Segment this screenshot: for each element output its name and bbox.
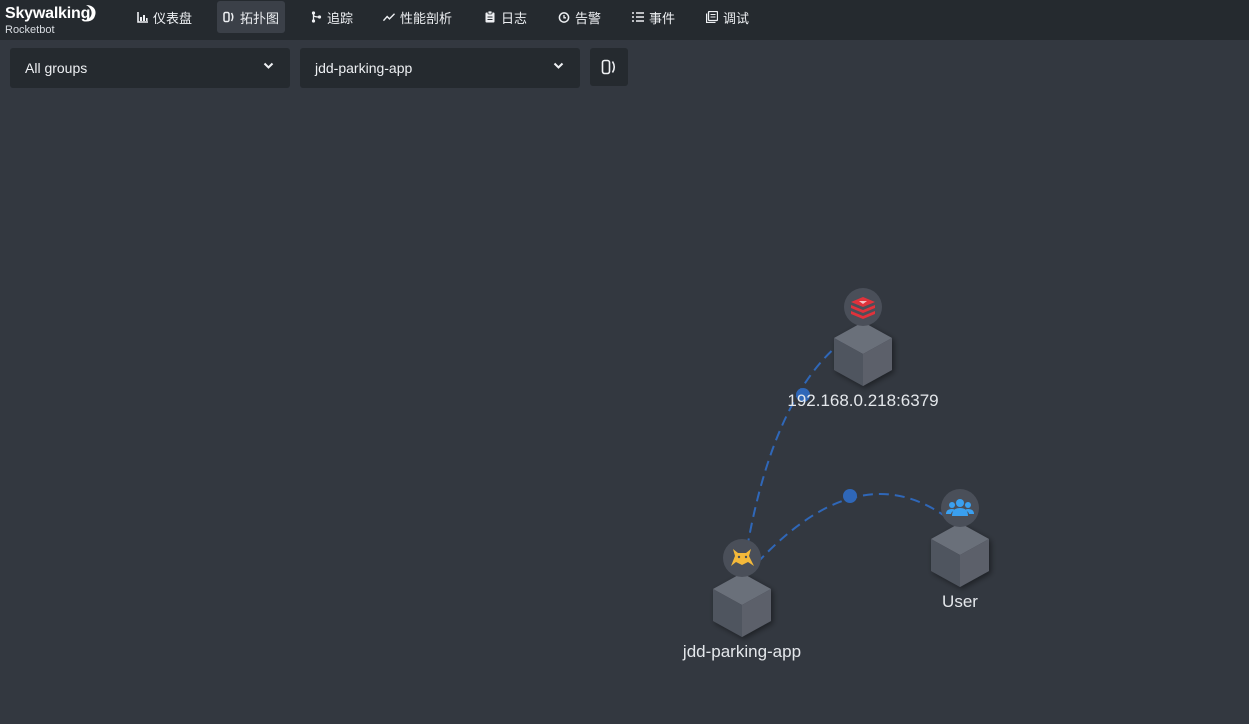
service-select-value: jdd-parking-app	[315, 60, 413, 76]
chevron-down-icon	[553, 62, 564, 69]
nav-label-event: 事件	[649, 10, 676, 26]
nav-item-alarm[interactable]: 告警	[552, 1, 607, 33]
alarm-clock-icon	[558, 11, 570, 23]
debug-icon	[706, 11, 718, 23]
trace-icon	[310, 11, 322, 23]
group-select-value: All groups	[25, 60, 88, 76]
nav-item-profile[interactable]: 性能剖析	[377, 1, 458, 33]
topology-graph[interactable]: 192.168.0.218:6379 User jdd-parking-app	[0, 92, 1249, 724]
event-list-icon	[632, 11, 644, 23]
skywalking-logo[interactable]: Skywalking Rocketbot	[4, 3, 99, 37]
group-select[interactable]: All groups	[10, 48, 290, 88]
logo-swoosh-icon	[85, 5, 96, 22]
topology-node-redis[interactable]: 192.168.0.218:6379	[787, 288, 939, 410]
dashboard-chart-icon	[136, 11, 148, 23]
nav-label-trace: 追踪	[327, 10, 354, 26]
nav-label-debug: 调试	[723, 10, 750, 26]
log-clipboard-icon	[484, 11, 496, 23]
node-label-user: User	[942, 592, 978, 611]
link-point-user-app[interactable]	[843, 489, 857, 503]
nav-item-log[interactable]: 日志	[478, 1, 533, 33]
nav-label-log: 日志	[501, 10, 528, 26]
node-label-redis: 192.168.0.218:6379	[787, 391, 938, 410]
nav-item-event[interactable]: 事件	[626, 1, 681, 33]
link-user-to-app[interactable]	[741, 493, 961, 581]
nav-item-debug[interactable]: 调试	[700, 1, 755, 33]
logo-subtitle: Rocketbot	[5, 24, 55, 36]
chevron-down-icon	[263, 62, 274, 69]
node-cube	[834, 322, 892, 386]
node-cube	[931, 523, 989, 587]
topology-node-app[interactable]: jdd-parking-app	[682, 539, 801, 661]
topology-toolbar: All groups jdd-parking-app	[0, 40, 1249, 92]
profile-trend-icon	[383, 11, 395, 23]
topology-icon	[223, 11, 235, 23]
nav-item-dashboard[interactable]: 仪表盘	[130, 1, 198, 33]
topology-node-user[interactable]: User	[931, 489, 989, 611]
topology-switch-button[interactable]	[590, 48, 628, 86]
nav-label-alarm: 告警	[575, 10, 602, 26]
logo-title: Skywalking	[5, 5, 91, 22]
service-select[interactable]: jdd-parking-app	[300, 48, 580, 88]
topology-switch-icon	[601, 59, 616, 75]
nav-label-profile: 性能剖析	[400, 10, 453, 26]
node-cube	[713, 573, 771, 637]
nav-item-topology[interactable]: 拓扑图	[217, 1, 286, 33]
nav-item-trace[interactable]: 追踪	[304, 1, 359, 33]
nav-label-dashboard: 仪表盘	[153, 10, 193, 26]
topology-canvas[interactable]: 192.168.0.218:6379 User jdd-parking-app	[0, 92, 1249, 724]
node-label-app: jdd-parking-app	[682, 642, 801, 661]
top-navbar: Skywalking Rocketbot 仪表盘 拓扑图 追踪 性能剖析 日志	[0, 0, 1249, 40]
nav-label-topology: 拓扑图	[240, 10, 280, 26]
